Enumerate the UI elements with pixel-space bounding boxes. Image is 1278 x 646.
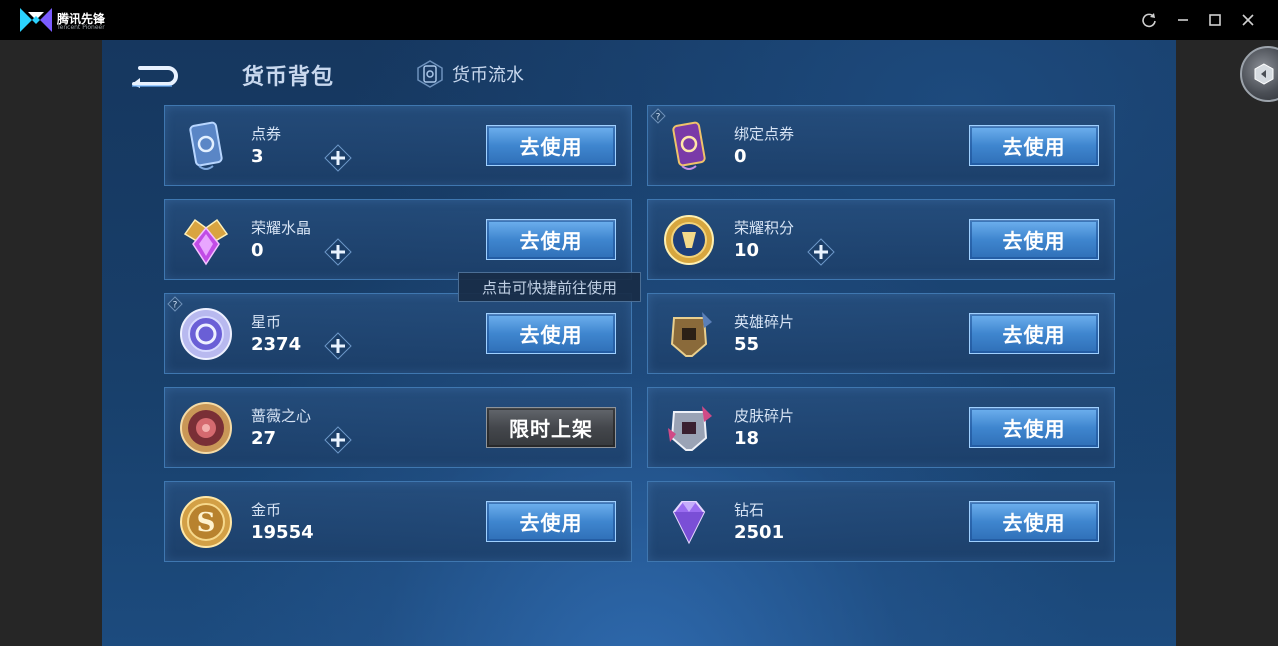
maximize-icon bbox=[1209, 14, 1221, 26]
quick-use-tooltip: 点击可快捷前往使用 bbox=[458, 272, 641, 302]
currency-card-skin-fragment: 皮肤碎片 18 去使用 bbox=[647, 387, 1115, 468]
currency-card-star-coin: ? 星币 2374 去使用 bbox=[164, 293, 632, 374]
refresh-icon bbox=[1142, 13, 1156, 28]
currency-amount: 19554 bbox=[251, 522, 314, 543]
use-hero-fragment-button[interactable]: 去使用 bbox=[969, 313, 1099, 354]
right-gutter bbox=[1176, 40, 1278, 646]
glory-crystal-icon bbox=[183, 218, 229, 266]
glory-points-icon bbox=[664, 215, 714, 265]
add-coupon-button[interactable] bbox=[324, 144, 352, 172]
skin-fragment-icon bbox=[668, 406, 712, 451]
close-button[interactable] bbox=[1236, 8, 1260, 32]
hero-fragment-icon bbox=[670, 312, 712, 357]
back-button[interactable] bbox=[128, 58, 184, 88]
currency-amount: 55 bbox=[734, 334, 760, 355]
use-coupon-button[interactable]: 去使用 bbox=[486, 125, 616, 166]
svg-text:S: S bbox=[197, 508, 216, 538]
currency-card-rose-heart: 蔷薇之心 27 限时上架 bbox=[164, 387, 632, 468]
star-coin-icon bbox=[180, 308, 232, 360]
currency-name: 蔷薇之心 bbox=[251, 407, 312, 425]
currency-amount: 27 bbox=[251, 428, 277, 449]
currency-card-diamond: 钻石 2501 去使用 bbox=[647, 481, 1115, 562]
currency-amount: 0 bbox=[251, 240, 264, 261]
currency-card-coupon: 点券 3 去使用 bbox=[164, 105, 632, 186]
add-glory-crystal-button[interactable] bbox=[324, 238, 352, 266]
use-gold-coin-button[interactable]: 去使用 bbox=[486, 501, 616, 542]
currency-flow-tab[interactable]: 货币流水 bbox=[416, 60, 524, 88]
currency-name: 荣耀积分 bbox=[734, 219, 795, 237]
currency-amount: 2374 bbox=[251, 334, 302, 355]
currency-card-hero-fragment: 英雄碎片 55 去使用 bbox=[647, 293, 1115, 374]
app-logo-icon bbox=[20, 8, 52, 32]
limited-time-button[interactable]: 限时上架 bbox=[486, 407, 616, 448]
floating-assistant-icon bbox=[1254, 63, 1274, 85]
currency-name: 星币 bbox=[251, 313, 282, 331]
use-diamond-button[interactable]: 去使用 bbox=[969, 501, 1099, 542]
add-glory-points-button[interactable] bbox=[807, 238, 835, 266]
close-icon bbox=[1242, 14, 1254, 26]
use-star-coin-button[interactable]: 去使用 bbox=[486, 313, 616, 354]
window-titlebar: 腾讯先锋 Tencent Pioneer bbox=[0, 0, 1278, 40]
currency-card-glory-crystal: 荣耀水晶 0 去使用 bbox=[164, 199, 632, 280]
page-title: 货币背包 bbox=[242, 65, 335, 90]
currency-amount: 0 bbox=[734, 146, 747, 167]
currency-card-bound-coupon: ? 绑定点券 0 去使用 bbox=[647, 105, 1115, 186]
currency-name: 点券 bbox=[251, 125, 282, 143]
gold-coin-icon: S bbox=[180, 496, 232, 548]
refresh-button[interactable] bbox=[1137, 8, 1161, 32]
currency-card-glory-points: 荣耀积分 10 去使用 bbox=[647, 199, 1115, 280]
minimize-button[interactable] bbox=[1171, 8, 1195, 32]
bound-coupon-card-icon bbox=[672, 121, 706, 170]
currency-name: 皮肤碎片 bbox=[734, 407, 795, 425]
currency-name: 钻石 bbox=[734, 501, 765, 519]
use-bound-coupon-button[interactable]: 去使用 bbox=[969, 125, 1099, 166]
currency-amount: 10 bbox=[734, 240, 760, 261]
currency-flow-label: 货币流水 bbox=[452, 65, 524, 86]
diamond-icon bbox=[672, 501, 706, 545]
flow-card-icon bbox=[417, 60, 443, 88]
use-glory-crystal-button[interactable]: 去使用 bbox=[486, 219, 616, 260]
minimize-icon bbox=[1178, 19, 1188, 21]
add-star-coin-button[interactable] bbox=[324, 332, 352, 360]
app-subtitle: Tencent Pioneer bbox=[57, 24, 105, 31]
currency-amount: 18 bbox=[734, 428, 760, 449]
rose-heart-icon bbox=[180, 402, 232, 454]
currency-name: 荣耀水晶 bbox=[251, 219, 312, 237]
use-skin-fragment-button[interactable]: 去使用 bbox=[969, 407, 1099, 448]
currency-card-gold-coin: S 金币 19554 去使用 bbox=[164, 481, 632, 562]
currency-amount: 3 bbox=[251, 146, 264, 167]
currency-amount: 2501 bbox=[734, 522, 785, 543]
currency-name: 金币 bbox=[251, 501, 282, 519]
coupon-card-icon bbox=[189, 121, 223, 170]
left-gutter bbox=[0, 40, 102, 646]
maximize-button[interactable] bbox=[1203, 8, 1227, 32]
currency-name: 绑定点券 bbox=[734, 125, 795, 143]
use-glory-points-button[interactable]: 去使用 bbox=[969, 219, 1099, 260]
add-rose-heart-button[interactable] bbox=[324, 426, 352, 454]
currency-name: 英雄碎片 bbox=[734, 313, 795, 331]
